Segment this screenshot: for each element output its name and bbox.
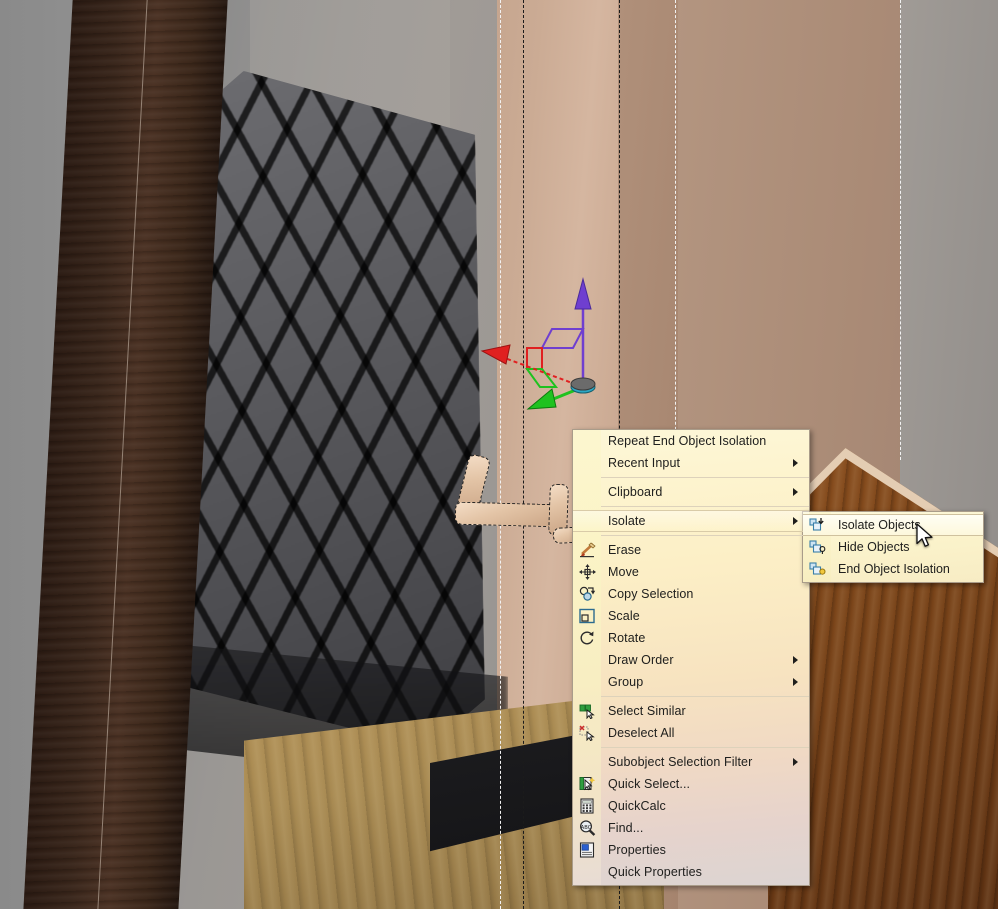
hide-objects-icon [807,538,827,556]
menu-item-quick-properties[interactable]: Quick Properties [573,861,809,883]
menu-item-label: Group [608,675,644,689]
menu-item-label: Erase [608,543,642,557]
chevron-right-icon [793,758,798,766]
isolate-objects-icon [807,516,827,534]
3d-move-gizmo[interactable] [470,265,620,415]
copy-icon [577,585,597,603]
rotate-icon [577,629,597,647]
menu-separator [601,477,809,478]
menu-item-properties[interactable]: Properties [573,839,809,861]
menu-item-label: Copy Selection [608,587,694,601]
menu-item-move[interactable]: Move [573,561,809,583]
menu-item-select-similar[interactable]: Select Similar [573,700,809,722]
isolate-submenu[interactable]: Isolate Objects Hide Objects End Object … [802,511,984,583]
menu-item-isolate[interactable]: Isolate [573,510,809,532]
selection-edge-line [675,0,676,470]
menu-item-quickcalc[interactable]: QuickCalc [573,795,809,817]
menu-item-label: Deselect All [608,726,675,740]
end-isolation-icon [807,560,827,578]
submenu-item-label: Hide Objects [838,540,910,554]
eraser-icon [577,541,597,559]
menu-item-erase[interactable]: Erase [573,539,809,561]
menu-item-recent-input[interactable]: Recent Input [573,452,809,474]
properties-icon [577,841,597,859]
selection-edge-line [500,0,501,909]
menu-item-group[interactable]: Group [573,671,809,693]
menu-item-repeat-end-object-isolation[interactable]: Repeat End Object Isolation [573,430,809,452]
menu-item-scale[interactable]: Scale [573,605,809,627]
menu-separator [601,506,809,507]
submenu-item-label: Isolate Objects [838,518,921,532]
menu-item-label: Draw Order [608,653,674,667]
menu-item-label: Subobject Selection Filter [608,755,753,769]
selected-object-handle[interactable] [454,501,564,528]
menu-item-label: Rotate [608,631,646,645]
submenu-item-label: End Object Isolation [838,562,950,576]
calculator-icon [577,797,597,815]
menu-item-label: Repeat End Object Isolation [608,434,767,448]
move-icon [577,563,597,581]
svg-text:ABC: ABC [580,825,591,831]
menu-item-label: Recent Input [608,456,681,470]
menu-item-copy-selection[interactable]: Copy Selection [573,583,809,605]
menu-item-clipboard[interactable]: Clipboard [573,481,809,503]
app-root: Repeat End Object Isolation Recent Input… [0,0,998,909]
menu-separator [601,535,809,536]
menu-item-label: Select Similar [608,704,686,718]
selection-edge-line [900,0,901,460]
menu-item-label: Quick Select... [608,777,691,791]
submenu-item-hide-objects[interactable]: Hide Objects [803,536,983,558]
menu-item-quick-select[interactable]: Quick Select... [573,773,809,795]
chevron-right-icon [793,678,798,686]
chevron-right-icon [793,488,798,496]
menu-item-find[interactable]: ABC Find... [573,817,809,839]
quick-select-icon [577,775,597,793]
menu-item-label: Move [608,565,639,579]
chevron-right-icon [793,459,798,467]
menu-item-label: Isolate [608,514,646,528]
menu-item-label: Scale [608,609,640,623]
submenu-item-isolate-objects[interactable]: Isolate Objects [803,514,983,536]
scale-icon [577,607,597,625]
menu-separator [601,696,809,697]
menu-item-draw-order[interactable]: Draw Order [573,649,809,671]
selection-edge-line [523,0,524,909]
menu-separator [601,747,809,748]
menu-item-label: QuickCalc [608,799,666,813]
viewport-context-menu[interactable]: Repeat End Object Isolation Recent Input… [572,429,810,886]
menu-item-label: Properties [608,843,666,857]
menu-item-label: Quick Properties [608,865,702,879]
menu-item-label: Clipboard [608,485,663,499]
menu-item-deselect-all[interactable]: Deselect All [573,722,809,744]
submenu-item-end-object-isolation[interactable]: End Object Isolation [803,558,983,580]
menu-item-label: Find... [608,821,644,835]
menu-item-rotate[interactable]: Rotate [573,627,809,649]
select-similar-icon [577,702,597,720]
find-abc-icon: ABC [577,819,597,837]
deselect-all-icon [577,724,597,742]
chevron-right-icon [793,656,798,664]
chevron-right-icon [793,517,798,525]
3d-model-viewport[interactable] [0,0,998,909]
menu-item-subobject-selection-filter[interactable]: Subobject Selection Filter [573,751,809,773]
